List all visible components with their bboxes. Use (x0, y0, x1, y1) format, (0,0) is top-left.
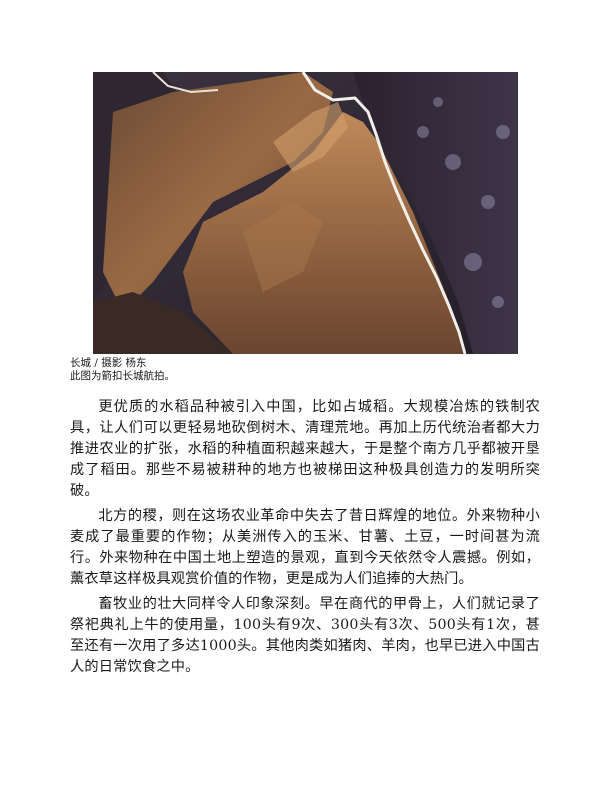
paragraph: 北方的稷，则在这场农业革命中失去了昔日辉煌的地位。外来物种小麦成了最重要的作物；… (70, 508, 540, 587)
paragraph: 畜牧业的壮大同样令人印象深刻。早在商代的甲骨上，人们就记录了祭祀典礼上牛的使用量… (70, 596, 540, 675)
figure-caption: 长城 / 摄影 杨东 此图为箭扣长城航拍。 (70, 357, 550, 383)
article-body: 更优质的水稻品种被引入中国，比如占城稻。大规模冶炼的铁制农具，让人们可以更轻易地… (70, 397, 540, 682)
photo-description: 此图为箭扣长城航拍。 (70, 370, 175, 382)
paragraph: 更优质的水稻品种被引入中国，比如占城稻。大规模冶炼的铁制农具，让人们可以更轻易地… (70, 399, 540, 499)
photo-credit: 长城 / 摄影 杨东 (70, 357, 147, 369)
great-wall-aerial-photo (93, 72, 518, 354)
